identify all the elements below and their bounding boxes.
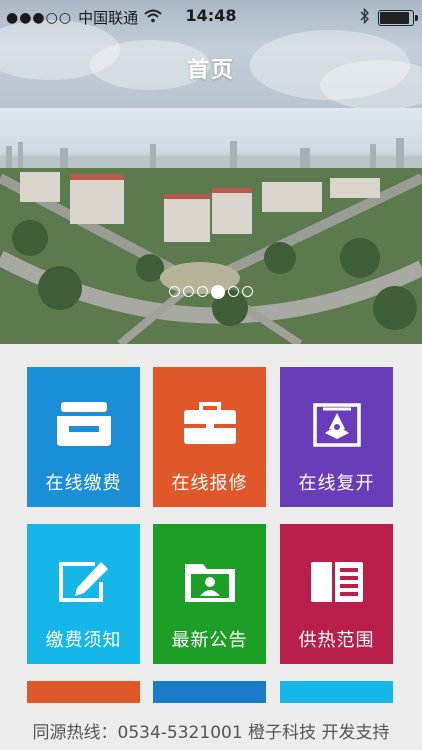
carousel-pager xyxy=(0,284,422,299)
page-title: 首页 xyxy=(186,58,235,83)
clock: 14:48 xyxy=(185,6,237,25)
tile-label: 在线报修 xyxy=(171,473,248,494)
page-dot[interactable] xyxy=(169,286,180,297)
page-dot[interactable] xyxy=(228,286,239,297)
tile-label: 缴费须知 xyxy=(45,630,122,651)
toolbox-icon xyxy=(181,399,239,449)
tile-online-payment[interactable]: 在线缴费 xyxy=(27,367,140,507)
city-aerial-photo xyxy=(0,138,422,344)
bluetooth-icon xyxy=(360,7,370,28)
valve-icon xyxy=(308,399,366,449)
tile-label: 在线复开 xyxy=(298,473,375,494)
tile-payment-notice[interactable]: 缴费须知 xyxy=(27,524,140,664)
tile-label: 最新公告 xyxy=(171,630,248,651)
tile-partial[interactable] xyxy=(280,681,393,703)
tile-label: 在线缴费 xyxy=(45,473,122,494)
footer-hotline: 同源热线：0534-5321001 橙子科技 开发支持 xyxy=(32,723,390,743)
banner-carousel[interactable] xyxy=(0,108,422,344)
page-dot[interactable] xyxy=(197,286,208,297)
page-dot[interactable] xyxy=(183,286,194,297)
edit-icon xyxy=(55,556,113,606)
tile-heating-area[interactable]: 供热范围 xyxy=(280,524,393,664)
tile-label: 供热范围 xyxy=(298,630,375,651)
tile-latest-announcement[interactable]: 最新公告 xyxy=(153,524,266,664)
page-dot[interactable] xyxy=(242,286,253,297)
tile-online-reopen[interactable]: 在线复开 xyxy=(280,367,393,507)
contact-folder-icon xyxy=(181,556,239,606)
status-bar: ●●●○○ 中国联通 14:48 xyxy=(0,0,422,34)
tray-icon xyxy=(55,399,113,449)
document-icon xyxy=(308,556,366,606)
page-dot-active[interactable] xyxy=(211,284,225,299)
tile-partial[interactable] xyxy=(27,681,140,703)
tile-online-repair[interactable]: 在线报修 xyxy=(153,367,266,507)
tile-partial[interactable] xyxy=(153,681,266,703)
header: ●●●○○ 中国联通 14:48 首页 xyxy=(0,0,422,108)
battery-icon xyxy=(378,10,418,26)
